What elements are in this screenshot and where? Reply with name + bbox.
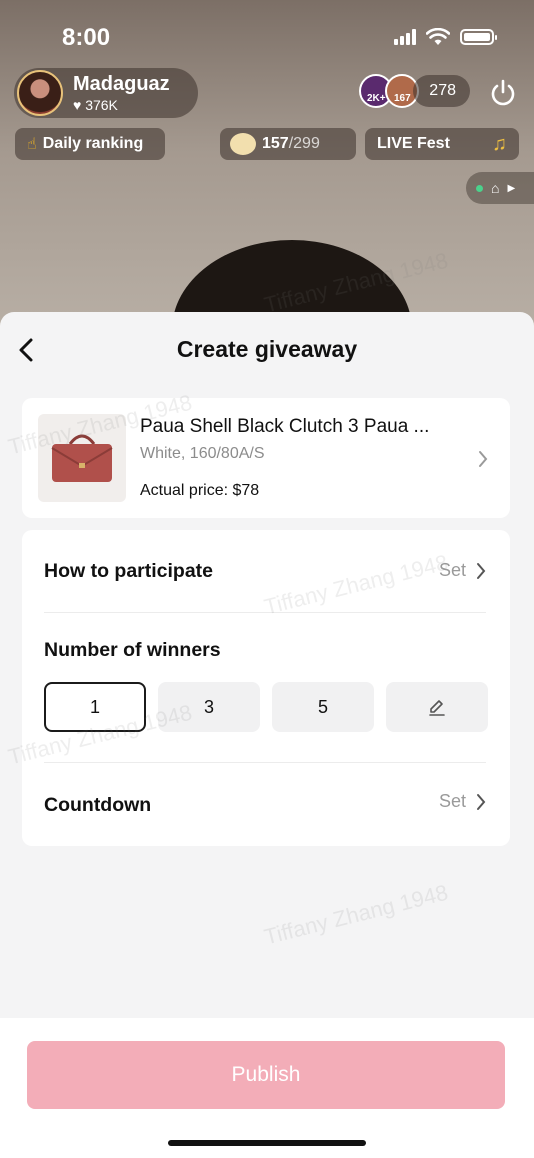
product-variant: White, 160/80A/S — [140, 445, 265, 462]
live-status-pill[interactable]: ⌂ ▶ — [466, 172, 534, 204]
online-dot — [476, 184, 483, 192]
progress-current: 157 — [262, 135, 289, 152]
product-name: Paua Shell Black Clutch 3 Paua ... — [140, 416, 430, 437]
progress-total: /299 — [288, 135, 320, 152]
play-arrow-icon: ▶ — [507, 182, 516, 194]
chevron-right-icon — [477, 562, 486, 579]
status-icons — [394, 28, 497, 46]
winner-option-1[interactable]: 1 — [44, 682, 146, 732]
home-icon: ⌂ — [491, 180, 500, 196]
chevron-right-icon — [478, 450, 488, 473]
divider — [44, 612, 486, 613]
sheet-footer: Publish — [0, 1018, 534, 1158]
watermark: Tiffany Zhang 1948 — [261, 879, 451, 950]
live-fest-label: LIVE Fest — [377, 135, 450, 152]
wifi-icon — [426, 28, 450, 45]
home-indicator[interactable] — [168, 1140, 366, 1146]
viewer-list[interactable]: 2K+ 167 278 — [359, 74, 470, 108]
host-name: Madaguaz — [73, 73, 170, 95]
winner-options: 1 3 5 — [44, 682, 488, 732]
winners-label: Number of winners — [44, 639, 221, 661]
hand-icon: ☝ — [27, 136, 37, 153]
winner-custom-button[interactable] — [386, 682, 488, 732]
participate-set-button[interactable]: Set — [439, 560, 486, 581]
winner-option-5[interactable]: 5 — [272, 682, 374, 732]
participate-value: Set — [438, 560, 466, 580]
chevron-right-icon — [477, 793, 486, 810]
participate-label: How to participate — [44, 560, 214, 582]
daily-ranking-label: Daily ranking — [42, 135, 144, 152]
viewer-count[interactable]: 278 — [413, 75, 470, 107]
countdown-label: Countdown — [44, 794, 152, 816]
gift-icon — [230, 133, 256, 155]
host-avatar[interactable] — [17, 70, 63, 116]
live-fest-chip[interactable]: LIVE Fest ♫ — [365, 128, 519, 160]
product-image — [38, 414, 126, 502]
daily-ranking-chip[interactable]: ☝ Daily ranking — [15, 128, 165, 160]
product-card[interactable]: Paua Shell Black Clutch 3 Paua ... White… — [22, 398, 510, 518]
cellular-signal-icon — [394, 29, 416, 45]
power-icon[interactable] — [486, 76, 520, 110]
countdown-set-button[interactable]: Set — [439, 791, 486, 812]
winner-option-3[interactable]: 3 — [158, 682, 260, 732]
host-profile[interactable]: Madaguaz ♥ 376K — [14, 68, 198, 118]
sheet-header: Create giveaway — [0, 312, 534, 388]
create-giveaway-sheet: Create giveaway Paua Shell Black Clutch … — [0, 312, 534, 1158]
host-likes: ♥ 376K — [73, 97, 118, 113]
publish-button[interactable]: Publish — [27, 1041, 505, 1109]
status-time: 8:00 — [62, 24, 111, 51]
pencil-icon — [429, 700, 445, 716]
countdown-value: Set — [438, 791, 466, 811]
sheet-title: Create giveaway — [176, 336, 358, 362]
battery-icon — [460, 29, 497, 45]
host-likes-count: 376K — [85, 97, 118, 113]
product-price: Actual price: $78 — [140, 482, 260, 499]
divider — [44, 762, 486, 763]
giveaway-settings-card: How to participate Set Number of winners… — [22, 530, 510, 846]
music-note-icon: ♫ — [492, 132, 507, 155]
gift-progress-chip[interactable]: 157/299 — [220, 128, 356, 160]
